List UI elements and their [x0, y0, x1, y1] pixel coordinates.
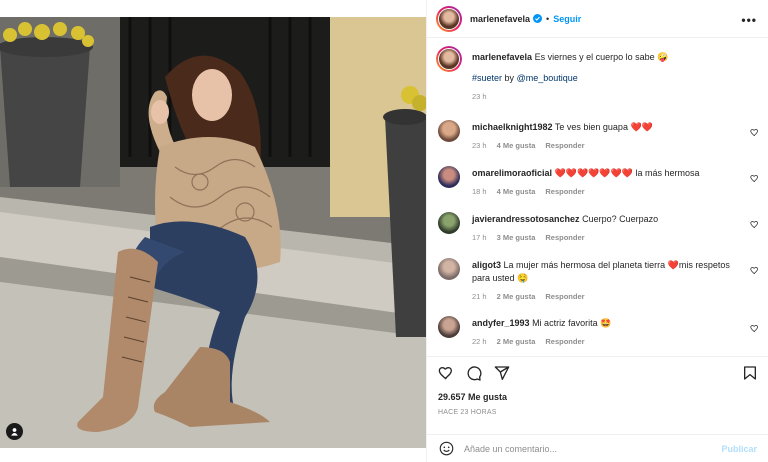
comment-avatar[interactable]: [438, 316, 460, 338]
comments-list: marlenefavela Es viernes y el cuerpo lo …: [427, 38, 768, 356]
comment-body: aligot3 La mujer más hermosa del planeta…: [472, 259, 741, 303]
comment-username[interactable]: andyfer_1993: [472, 318, 530, 328]
comment-body: michaelknight1982 Te ves bien guapa ❤️❤️…: [472, 121, 741, 152]
comment-icon[interactable]: [466, 365, 482, 381]
emoji-icon[interactable]: [439, 441, 454, 456]
caption-mention[interactable]: @me_boutique: [517, 73, 578, 83]
post-photo[interactable]: [0, 17, 426, 448]
comment-item: michaelknight1982 Te ves bien guapa ❤️❤️…: [427, 120, 768, 160]
reply-button[interactable]: Responder: [545, 141, 584, 150]
comment-like-heart-icon[interactable]: [750, 174, 759, 183]
caption-meta: 23 h: [472, 90, 741, 103]
comment-text: Te ves bien guapa: [554, 122, 628, 132]
caption-by: by: [504, 73, 515, 83]
reply-button[interactable]: Responder: [545, 337, 584, 346]
comment-text: La mujer más hermosa del planeta tierra …: [472, 260, 730, 283]
comment-likes[interactable]: 4 Me gusta: [497, 141, 536, 150]
user-tag-icon[interactable]: [6, 423, 23, 440]
more-icon[interactable]: •••: [741, 13, 757, 27]
author-avatar[interactable]: [436, 5, 462, 32]
comment-time: 18 h: [472, 187, 487, 196]
comment-composer: Publicar: [427, 434, 768, 462]
likes-count[interactable]: 29.657 Me gusta: [438, 392, 507, 402]
header-separator: •: [546, 13, 550, 24]
caption-time: 23 h: [472, 92, 487, 101]
comment-avatar[interactable]: [438, 212, 460, 234]
comment-username[interactable]: omarelimoraoficial: [472, 168, 552, 178]
comment-input[interactable]: [464, 443, 694, 454]
caption-body: marlenefavela Es viernes y el cuerpo lo …: [472, 51, 741, 103]
reply-button[interactable]: Responder: [545, 292, 584, 301]
comment-likes[interactable]: 2 Me gusta: [497, 292, 536, 301]
post-header: marlenefavela • Seguir •••: [427, 0, 768, 38]
comment-body: javierandressotosanchez Cuerpo? Cuerpazo…: [472, 213, 741, 244]
bookmark-icon[interactable]: [742, 365, 758, 381]
comment-text: Mi actriz favorita 🤩: [532, 318, 612, 328]
follow-button[interactable]: Seguir: [553, 14, 581, 24]
comment-body: andyfer_1993 Mi actriz favorita 🤩 22 h 2 …: [472, 317, 741, 348]
comment-time: 23 h: [472, 141, 487, 150]
author-username[interactable]: marlenefavela: [470, 14, 530, 24]
comment-like-heart-icon[interactable]: [750, 266, 759, 275]
photo-illustration: [0, 17, 426, 448]
comment-item: omarelimoraoficial ❤️❤️❤️❤️❤️❤️❤️ la más…: [427, 166, 768, 206]
comment-time: 22 h: [472, 337, 487, 346]
comment-likes[interactable]: 4 Me gusta: [497, 187, 536, 196]
comment-avatar[interactable]: [438, 258, 460, 280]
comment-avatar[interactable]: [438, 120, 460, 142]
comment-item: aligot3 La mujer más hermosa del planeta…: [427, 258, 768, 312]
comment-likes[interactable]: 2 Me gusta: [497, 337, 536, 346]
comment-like-heart-icon[interactable]: [750, 128, 759, 137]
verified-badge-icon: [533, 14, 543, 23]
share-icon[interactable]: [494, 365, 510, 381]
comment-text: ❤️❤️❤️❤️❤️❤️❤️ la más hermosa: [554, 168, 700, 178]
caption-hashtag[interactable]: #sueter: [472, 73, 502, 83]
reply-button[interactable]: Responder: [545, 187, 584, 196]
publish-button[interactable]: Publicar: [721, 444, 757, 454]
comment-likes[interactable]: 3 Me gusta: [497, 233, 536, 242]
comment-username[interactable]: michaelknight1982: [472, 122, 553, 132]
action-bar: [427, 356, 768, 388]
comment-emoji: ❤️❤️: [630, 122, 653, 132]
comment-like-heart-icon[interactable]: [750, 324, 759, 333]
post-sidebar: marlenefavela • Seguir ••• marlenefavela…: [426, 0, 768, 462]
comment-text: Cuerpo? Cuerpazo: [582, 214, 659, 224]
post-time: HACE 23 HORAS: [438, 409, 497, 416]
comment-username[interactable]: javierandressotosanchez: [472, 214, 580, 224]
caption-avatar[interactable]: [436, 46, 462, 72]
comment-username[interactable]: aligot3: [472, 260, 501, 270]
comment-time: 17 h: [472, 233, 487, 242]
comment-like-heart-icon[interactable]: [750, 220, 759, 229]
comment-item: javierandressotosanchez Cuerpo? Cuerpazo…: [427, 212, 768, 252]
caption: marlenefavela Es viernes y el cuerpo lo …: [427, 46, 768, 114]
heart-icon[interactable]: [438, 365, 454, 381]
comment-avatar[interactable]: [438, 166, 460, 188]
instagram-post-modal: marlenefavela • Seguir ••• marlenefavela…: [0, 0, 768, 462]
reply-button[interactable]: Responder: [545, 233, 584, 242]
comment-body: omarelimoraoficial ❤️❤️❤️❤️❤️❤️❤️ la más…: [472, 167, 741, 198]
caption-username[interactable]: marlenefavela: [472, 52, 532, 62]
comment-time: 21 h: [472, 292, 487, 301]
caption-text: Es viernes y el cuerpo lo sabe 🤪: [534, 52, 669, 62]
comment-item: andyfer_1993 Mi actriz favorita 🤩 22 h 2 …: [427, 316, 768, 356]
